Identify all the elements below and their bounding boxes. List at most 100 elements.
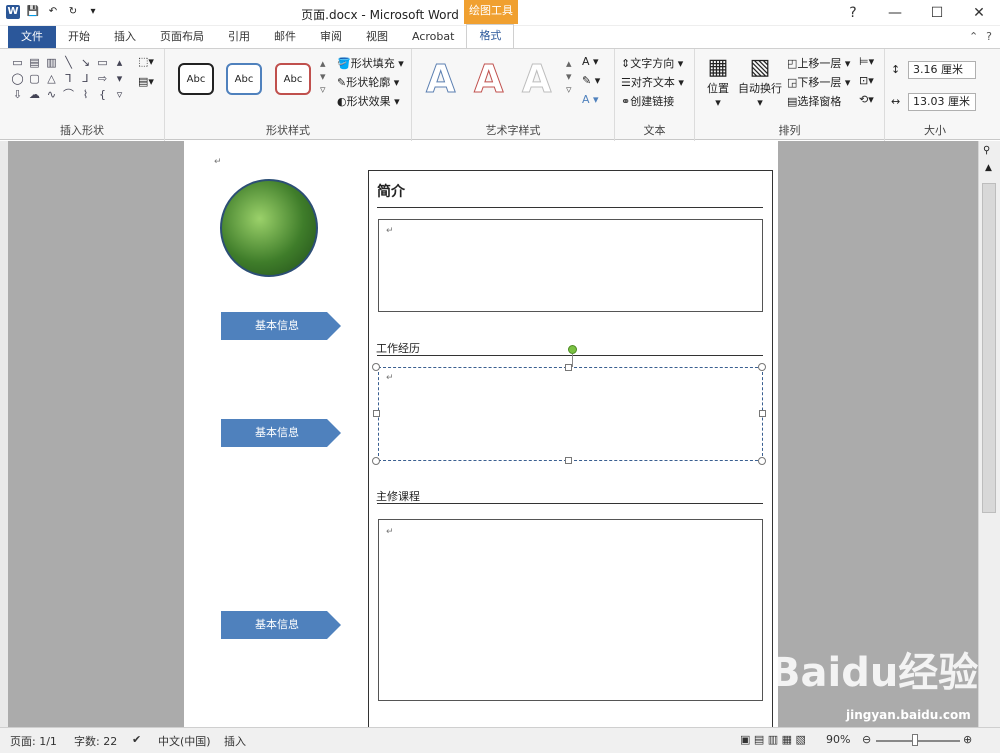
scroll-up-icon[interactable]: ▲ [985, 163, 992, 173]
wordart-style-3-icon[interactable]: A [521, 57, 551, 102]
style-preset-2[interactable]: Abc [226, 63, 262, 95]
resize-handle[interactable] [372, 457, 380, 465]
resize-handle[interactable] [372, 363, 380, 371]
position-button[interactable]: ▦ 位置 ▾ [703, 55, 733, 109]
resize-handle[interactable] [373, 410, 380, 417]
arrow-line-icon[interactable]: ↘ [78, 55, 93, 70]
minimize-button[interactable]: — [874, 0, 916, 26]
arrow-label: 基本信息 [255, 426, 299, 439]
gallery-more-icon[interactable]: ▿ [112, 87, 127, 102]
curve-icon[interactable]: ∿ [44, 87, 59, 102]
tab-page-layout[interactable]: 页面布局 [148, 26, 216, 48]
close-button[interactable]: ✕ [958, 0, 1000, 26]
align-text-button[interactable]: ☰对齐文本 ▾ [621, 74, 684, 90]
bring-forward-button[interactable]: ◰上移一层 ▾ [787, 55, 850, 71]
send-backward-button[interactable]: ◲下移一层 ▾ [787, 74, 850, 90]
resize-handle[interactable] [758, 457, 766, 465]
text-direction-button[interactable]: ⇕文字方向 ▾ [621, 55, 683, 71]
tab-file[interactable]: 文件 [8, 26, 56, 48]
elbow-icon[interactable]: ⅂ [61, 71, 76, 86]
width-input[interactable]: 13.03 厘米 [908, 93, 976, 111]
group-icon[interactable]: ⊡▾ [859, 74, 874, 87]
wordart-style-2-icon[interactable]: A [473, 57, 503, 102]
shape-fill-button[interactable]: 🪣形状填充 ▾ [337, 55, 404, 71]
textbox-v-icon[interactable]: ▥ [44, 55, 59, 70]
line-icon[interactable]: ╲ [61, 55, 76, 70]
tab-format[interactable]: 格式 [466, 24, 515, 48]
rectangle-icon[interactable]: ▭ [95, 55, 110, 70]
wordart-scroll-icon[interactable]: ▴ ▾ ▿ [566, 57, 572, 96]
create-link-button[interactable]: ⚭创建链接 [621, 93, 674, 109]
word-count[interactable]: 字数: 22 [74, 733, 117, 749]
tab-acrobat[interactable]: Acrobat [400, 26, 466, 48]
profile-photo[interactable] [220, 179, 318, 277]
tab-mailings[interactable]: 邮件 [262, 26, 308, 48]
collapse-ribbon-icon[interactable]: ⌃ [969, 30, 978, 43]
course-textbox[interactable] [378, 519, 763, 701]
intro-heading[interactable]: 简介 [377, 181, 405, 201]
style-preset-3[interactable]: Abc [275, 63, 311, 95]
language-status[interactable]: 中文(中国) [158, 733, 211, 749]
cloud-icon[interactable]: ☁ [27, 87, 42, 102]
tab-references[interactable]: 引用 [216, 26, 262, 48]
down-arrow-icon[interactable]: ⇩ [10, 87, 25, 102]
brace-icon[interactable]: { [95, 87, 110, 102]
textbox-a-icon[interactable]: ▤ [27, 55, 42, 70]
align-icon[interactable]: ⊨▾ [859, 55, 874, 68]
text-effects-icon[interactable]: A ▾ [582, 93, 599, 106]
draw-textbox-icon[interactable]: ▤▾ [138, 75, 154, 88]
proofing-icon[interactable]: ✔ [132, 733, 141, 746]
course-heading[interactable]: 主修课程 [376, 488, 420, 504]
elbow2-icon[interactable]: ⅃ [78, 71, 93, 86]
right-arrow-icon[interactable]: ⇨ [95, 71, 110, 86]
intro-textbox[interactable] [378, 219, 763, 312]
gallery-up-icon[interactable]: ▴ [112, 55, 127, 70]
arc-icon[interactable]: ⌒ [61, 87, 76, 102]
tab-review[interactable]: 审阅 [308, 26, 354, 48]
shapes-gallery[interactable]: ▭ ▤ ▥ ╲ ↘ ▭ ▴ ◯ ▢ △ ⅂ ⅃ ⇨ ▾ ⇩ ☁ ∿ ⌒ ⌇{▿ [10, 55, 128, 102]
maximize-button[interactable]: ☐ [916, 0, 958, 26]
triangle-icon[interactable]: △ [44, 71, 59, 86]
zoom-slider[interactable] [876, 740, 960, 742]
tab-view[interactable]: 视图 [354, 26, 400, 48]
styles-scroll-icon[interactable]: ▴ ▾ ▿ [320, 57, 326, 96]
scroll-thumb[interactable] [982, 183, 996, 513]
selection-pane-button[interactable]: ▤选择窗格 [787, 93, 841, 109]
insert-mode[interactable]: 插入 [224, 733, 246, 749]
shape-effects-button[interactable]: ◐形状效果 ▾ [337, 93, 400, 109]
style-preset-1[interactable]: Abc [178, 63, 214, 95]
tab-home[interactable]: 开始 [56, 26, 102, 48]
oval-icon[interactable]: ◯ [10, 71, 25, 86]
edit-shape-icon[interactable]: ⬚▾ [138, 55, 154, 68]
resize-handle[interactable] [565, 457, 572, 464]
resize-handle[interactable] [565, 364, 572, 371]
resize-handle[interactable] [759, 410, 766, 417]
freeform-icon[interactable]: ⌇ [78, 87, 93, 102]
rotate-handle[interactable] [568, 345, 577, 354]
gallery-down-icon[interactable]: ▾ [112, 71, 127, 86]
text-fill-icon[interactable]: A ▾ [582, 55, 599, 68]
wordart-style-1-icon[interactable]: A [425, 57, 455, 102]
resize-handle[interactable] [758, 363, 766, 371]
rounded-rect-icon[interactable]: ▢ [27, 71, 42, 86]
help-circle-icon[interactable]: ? [986, 30, 992, 43]
shape-outline-button[interactable]: ✎形状轮廓 ▾ [337, 74, 399, 90]
text-outline-icon[interactable]: ✎ ▾ [582, 74, 600, 87]
view-buttons-icon[interactable]: ▣ ▤ ▥ ▦ ▧ [740, 733, 806, 746]
rotate-icon[interactable]: ⟲▾ [859, 93, 874, 106]
ruler-toggle-icon[interactable]: ⚲ [983, 145, 990, 156]
help-icon[interactable]: ? [832, 0, 874, 26]
work-textbox-selected[interactable] [378, 367, 763, 461]
pen-icon: ✎ [337, 76, 347, 89]
work-heading[interactable]: 工作经历 [376, 340, 420, 356]
page-count[interactable]: 页面: 1/1 [10, 733, 57, 749]
zoom-in-icon[interactable]: ⊕ [963, 733, 972, 746]
textbox-icon[interactable]: ▭ [10, 55, 25, 70]
wrap-text-button[interactable]: ▧ 自动换行 ▾ [737, 55, 783, 109]
zoom-out-icon[interactable]: ⊖ [862, 733, 871, 746]
height-input[interactable]: 3.16 厘米 [908, 61, 976, 79]
zoom-level[interactable]: 90% [826, 733, 850, 746]
arrow-label: 基本信息 [255, 618, 299, 631]
tab-insert[interactable]: 插入 [102, 26, 148, 48]
zoom-slider-knob[interactable] [912, 734, 918, 746]
